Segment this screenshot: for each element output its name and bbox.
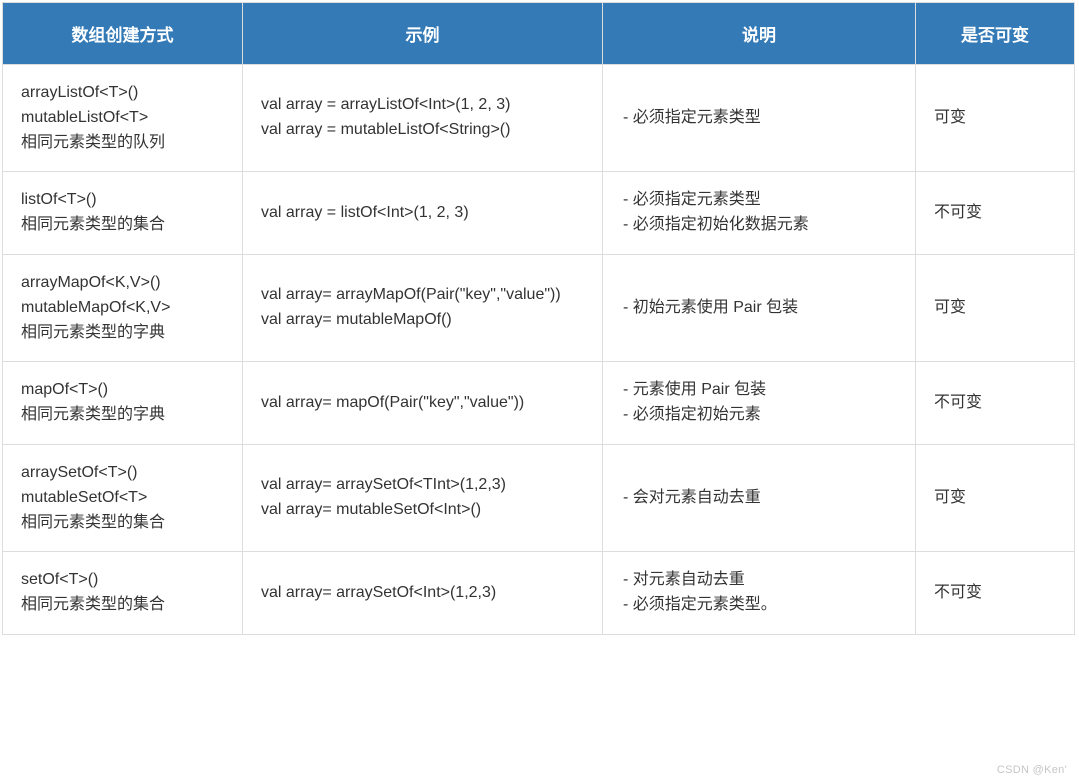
method-line: arrayMapOf<K,V>() [21,274,161,291]
cell-example: val array= arrayMapOf(Pair("key","value"… [243,254,603,361]
method-line: arrayListOf<T>() [21,84,138,101]
table-header-row: 数组创建方式 示例 说明 是否可变 [3,3,1075,65]
cell-method: setOf<T>() 相同元素类型的集合 [3,552,243,635]
table-row: arrayMapOf<K,V>() mutableMapOf<K,V> 相同元素类型… [3,254,1075,361]
cell-example: val array= mapOf(Pair("key","value")) [243,362,603,445]
example-line: val array= arrayMapOf(Pair("key","value"… [261,286,561,303]
desc-item: 必须指定元素类型 [623,188,897,213]
example-line: val array = arrayListOf<Int>(1, 2, 3) [261,96,510,113]
cell-desc: 元素使用 Pair 包装必须指定初始元素 [603,362,916,445]
cell-method: listOf<T>() 相同元素类型的集合 [3,172,243,255]
table-row: mapOf<T>() 相同元素类型的字典 val array= mapOf(Pair… [3,362,1075,445]
example-line: val array= arraySetOf<Int>(1,2,3) [261,584,496,601]
method-line: mutableSetOf<T> [21,489,147,506]
method-line: mutableListOf<T> [21,109,148,126]
cell-mutable: 可变 [916,444,1075,551]
desc-list: 必须指定元素类型必须指定初始化数据元素 [621,188,897,238]
table-row: listOf<T>() 相同元素类型的集合 val array = listOf<I… [3,172,1075,255]
table-row: setOf<T>() 相同元素类型的集合 val array= arraySetOf… [3,552,1075,635]
example-line: val array= mutableSetOf<Int>() [261,501,481,518]
desc-item: 会对元素自动去重 [623,486,897,511]
cell-desc: 初始元素使用 Pair 包装 [603,254,916,361]
desc-list: 对元素自动去重必须指定元素类型。 [621,568,897,618]
cell-example: val array = arrayListOf<Int>(1, 2, 3) val… [243,65,603,172]
cell-example: val array = listOf<Int>(1, 2, 3) [243,172,603,255]
method-line: 相同元素类型的集合 [21,596,165,613]
example-line: val array= mapOf(Pair("key","value")) [261,394,524,411]
desc-item: 对元素自动去重 [623,568,897,593]
cell-example: val array= arraySetOf<TInt>(1,2,3) val ar… [243,444,603,551]
table-row: arraySetOf<T>() mutableSetOf<T> 相同元素类型的集合 v… [3,444,1075,551]
cell-method: arrayMapOf<K,V>() mutableMapOf<K,V> 相同元素类型… [3,254,243,361]
desc-list: 会对元素自动去重 [621,486,897,511]
cell-method: arraySetOf<T>() mutableSetOf<T> 相同元素类型的集合 [3,444,243,551]
header-example: 示例 [243,3,603,65]
example-line: val array = listOf<Int>(1, 2, 3) [261,204,469,221]
method-line: arraySetOf<T>() [21,464,137,481]
watermark: CSDN @Ken' [997,764,1067,776]
desc-item: 元素使用 Pair 包装 [623,378,897,403]
kotlin-collections-table: 数组创建方式 示例 说明 是否可变 arrayListOf<T>() mutabl… [2,2,1075,635]
method-line: 相同元素类型的字典 [21,324,165,341]
cell-method: mapOf<T>() 相同元素类型的字典 [3,362,243,445]
method-line: mutableMapOf<K,V> [21,299,170,316]
desc-item: 必须指定初始化数据元素 [623,213,897,238]
method-line: 相同元素类型的队列 [21,134,165,151]
table-row: arrayListOf<T>() mutableListOf<T> 相同元素类型的队… [3,65,1075,172]
header-mutable: 是否可变 [916,3,1075,65]
cell-mutable: 不可变 [916,552,1075,635]
method-line: 相同元素类型的集合 [21,514,165,531]
desc-list: 初始元素使用 Pair 包装 [621,296,897,321]
cell-mutable: 不可变 [916,362,1075,445]
header-method: 数组创建方式 [3,3,243,65]
desc-item: 必须指定初始元素 [623,403,897,428]
example-line: val array= arraySetOf<TInt>(1,2,3) [261,476,506,493]
desc-item: 必须指定元素类型。 [623,593,897,618]
header-desc: 说明 [603,3,916,65]
desc-list: 元素使用 Pair 包装必须指定初始元素 [621,378,897,428]
desc-list: 必须指定元素类型 [621,106,897,131]
method-line: setOf<T>() [21,571,98,588]
cell-desc: 会对元素自动去重 [603,444,916,551]
desc-item: 初始元素使用 Pair 包装 [623,296,897,321]
method-line: 相同元素类型的集合 [21,216,165,233]
example-line: val array= mutableMapOf() [261,311,452,328]
method-line: 相同元素类型的字典 [21,406,165,423]
cell-method: arrayListOf<T>() mutableListOf<T> 相同元素类型的队… [3,65,243,172]
cell-mutable: 不可变 [916,172,1075,255]
cell-desc: 对元素自动去重必须指定元素类型。 [603,552,916,635]
cell-example: val array= arraySetOf<Int>(1,2,3) [243,552,603,635]
cell-desc: 必须指定元素类型必须指定初始化数据元素 [603,172,916,255]
desc-item: 必须指定元素类型 [623,106,897,131]
cell-desc: 必须指定元素类型 [603,65,916,172]
cell-mutable: 可变 [916,65,1075,172]
cell-mutable: 可变 [916,254,1075,361]
method-line: listOf<T>() [21,191,97,208]
method-line: mapOf<T>() [21,381,108,398]
example-line: val array = mutableListOf<String>() [261,121,510,138]
